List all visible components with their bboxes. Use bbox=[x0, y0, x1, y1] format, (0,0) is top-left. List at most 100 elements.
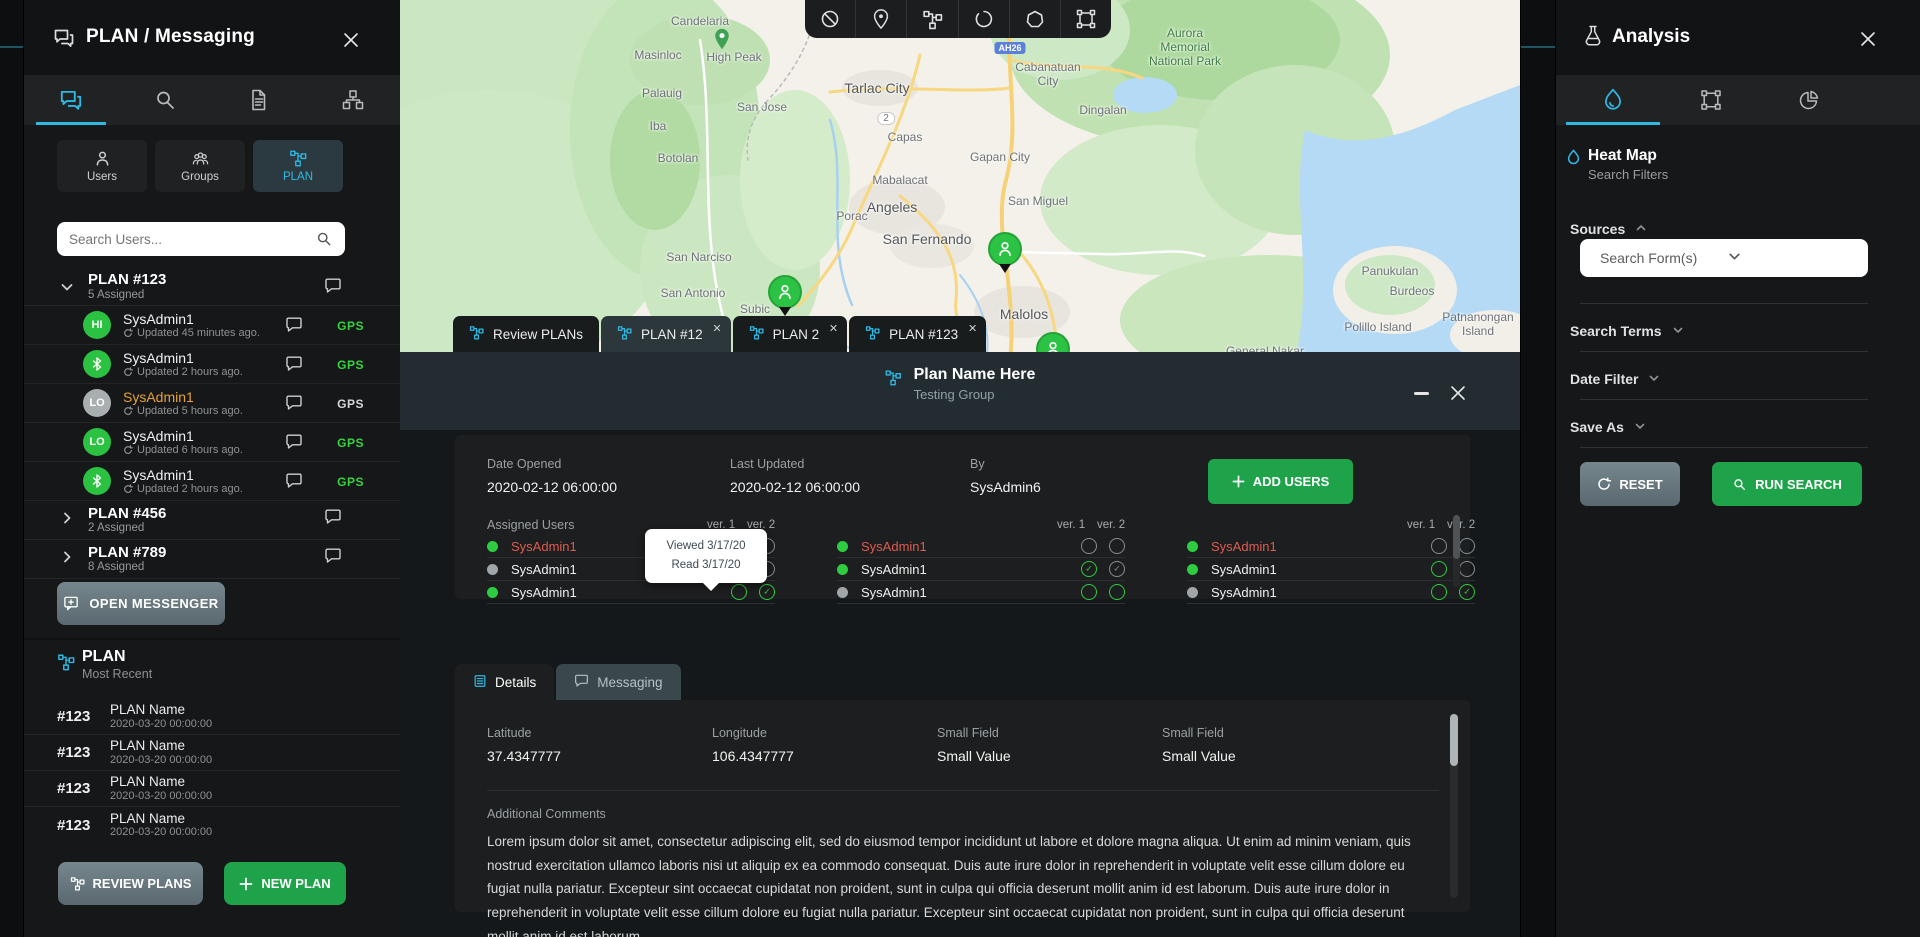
plan-date: 2020-03-20 00:00:00 bbox=[110, 754, 212, 766]
tab-messaging[interactable]: Messaging bbox=[556, 664, 680, 700]
plan-icon bbox=[885, 369, 902, 402]
close-tab-icon[interactable]: ✕ bbox=[829, 322, 838, 335]
source-forms-select[interactable]: Search Form(s) bbox=[1580, 239, 1868, 277]
tab-pie-chart[interactable] bbox=[1760, 75, 1858, 125]
chat-icon[interactable] bbox=[285, 395, 303, 416]
plan-tab[interactable]: Review PLANs ✕ bbox=[453, 316, 599, 352]
user-list-item[interactable]: HI SysAdmin1 Updated 45 minutes ago. bbox=[24, 306, 400, 345]
plan-tab[interactable]: PLAN 2 ✕ bbox=[733, 316, 848, 352]
reset-button[interactable]: RESET bbox=[1580, 462, 1680, 506]
recent-plan-row[interactable]: #123 PLAN Name 2020-03-20 00:00:00 bbox=[24, 807, 400, 843]
pie-chart-icon bbox=[1798, 89, 1820, 111]
chat-icon[interactable] bbox=[324, 509, 342, 530]
assigned-user-row[interactable]: SysAdmin1 bbox=[837, 535, 1125, 558]
plan-group-assigned-count: 5 Assigned bbox=[88, 289, 166, 301]
select-area-icon[interactable] bbox=[1061, 0, 1111, 38]
bluetooth-icon bbox=[91, 357, 103, 371]
mode-users-button[interactable]: Users bbox=[57, 140, 147, 192]
date-filter-toggle[interactable]: Date Filter bbox=[1570, 361, 1870, 397]
chat-bubbles-icon bbox=[52, 26, 76, 50]
save-as-toggle[interactable]: Save As bbox=[1570, 409, 1870, 445]
plan-group-header-collapsed[interactable]: PLAN #456 2 Assigned bbox=[24, 501, 400, 540]
filter-divider bbox=[1580, 303, 1868, 304]
ver1-column-header: ver. 1 bbox=[1057, 519, 1085, 531]
recent-plan-row[interactable]: #123 PLAN Name 2020-03-20 00:00:00 bbox=[24, 735, 400, 771]
search-terms-toggle[interactable]: Search Terms bbox=[1570, 313, 1870, 349]
chat-icon[interactable] bbox=[285, 473, 303, 494]
user-list-item[interactable]: SysAdmin1 Updated 2 hours ago. GPS bbox=[24, 462, 400, 501]
circle-draw-icon[interactable] bbox=[959, 0, 1010, 38]
chat-icon[interactable] bbox=[324, 278, 342, 294]
chat-icon[interactable] bbox=[285, 317, 303, 338]
assigned-user-row[interactable]: SysAdmin1 bbox=[1187, 558, 1475, 581]
search-input[interactable] bbox=[69, 232, 315, 247]
user-location-marker[interactable] bbox=[988, 232, 1022, 274]
no-draw-icon[interactable] bbox=[805, 0, 856, 38]
avatar: HI bbox=[83, 311, 111, 339]
close-analysis-button[interactable] bbox=[1856, 28, 1880, 52]
status-dot bbox=[837, 564, 848, 575]
scrollbar-thumb[interactable] bbox=[1450, 714, 1458, 766]
sources-section-toggle[interactable]: Sources bbox=[1570, 221, 1647, 237]
tab-details[interactable]: Details bbox=[455, 664, 554, 700]
chat-icon[interactable] bbox=[285, 434, 303, 455]
ver1-column-header: ver. 1 bbox=[1407, 519, 1435, 531]
plan-recent-section: PLAN Most Recent #123 PLAN Name 2020-03-… bbox=[24, 648, 400, 843]
user-icon bbox=[94, 150, 111, 167]
run-search-button[interactable]: RUN SEARCH bbox=[1712, 462, 1862, 506]
recent-plan-row[interactable]: #123 PLAN Name 2020-03-20 00:00:00 bbox=[24, 771, 400, 807]
scrollbar-thumb[interactable] bbox=[1453, 515, 1460, 559]
chevron-down-icon bbox=[1648, 371, 1660, 387]
chat-icon[interactable] bbox=[285, 356, 303, 377]
assigned-user-row[interactable]: SysAdmin1 bbox=[487, 581, 775, 604]
plan-date: 2020-03-20 00:00:00 bbox=[110, 718, 212, 730]
plan-group-name: PLAN #789 bbox=[88, 545, 166, 562]
minimize-button[interactable] bbox=[1414, 392, 1429, 395]
map[interactable]: CandelariaMasinlocHigh PeakPalauigSan Jo… bbox=[400, 0, 1520, 360]
chat-icon[interactable] bbox=[324, 548, 342, 569]
close-tab-icon[interactable]: ✕ bbox=[968, 322, 977, 335]
add-users-button[interactable]: ADD USERS bbox=[1208, 459, 1353, 504]
assigned-user-row[interactable]: SysAdmin1 bbox=[837, 558, 1125, 581]
tab-search[interactable] bbox=[118, 75, 212, 125]
close-left-panel-button[interactable] bbox=[342, 28, 366, 52]
ver1-status-icon bbox=[1431, 561, 1447, 577]
user-list-item[interactable]: LO SysAdmin1 Updated 6 hours ago. bbox=[24, 423, 400, 462]
status-dot bbox=[837, 541, 848, 552]
plan-name: PLAN Name bbox=[110, 812, 212, 827]
search-icon[interactable] bbox=[315, 230, 333, 248]
recent-plan-row[interactable]: #123 PLAN Name 2020-03-20 00:00:00 bbox=[24, 699, 400, 735]
plan-tab[interactable]: PLAN #12 ✕ bbox=[601, 316, 731, 352]
user-updated: Updated 2 hours ago. bbox=[137, 366, 243, 378]
assigned-user-row[interactable]: SysAdmin1 bbox=[1187, 581, 1475, 604]
tab-messaging[interactable] bbox=[24, 75, 118, 125]
plan-group-assigned-count: 8 Assigned bbox=[88, 561, 166, 573]
mode-plan-button[interactable]: PLAN bbox=[253, 140, 343, 192]
close-tab-icon[interactable]: ✕ bbox=[712, 322, 721, 335]
polygon-draw-icon[interactable] bbox=[1010, 0, 1061, 38]
user-location-marker[interactable] bbox=[768, 275, 802, 317]
plan-recent-title: PLAN bbox=[82, 648, 400, 666]
review-plans-button[interactable]: REVIEW PLANS bbox=[58, 862, 203, 905]
user-list-item[interactable]: SysAdmin1 Updated 2 hours ago. GPS bbox=[24, 345, 400, 384]
assigned-user-row[interactable]: SysAdmin1 bbox=[1187, 535, 1475, 558]
tab-polygon-select[interactable] bbox=[1662, 75, 1760, 125]
analysis-title: Analysis bbox=[1612, 26, 1690, 48]
plan-draw-icon[interactable] bbox=[907, 0, 958, 38]
mode-groups-button[interactable]: Groups bbox=[155, 140, 245, 192]
tab-heat-map[interactable] bbox=[1564, 75, 1662, 125]
tab-org-boxes[interactable] bbox=[306, 75, 400, 125]
open-messenger-button[interactable]: OPEN MESSENGER bbox=[57, 582, 225, 625]
assigned-user-row[interactable]: SysAdmin1 bbox=[837, 581, 1125, 604]
close-modal-button[interactable] bbox=[1446, 382, 1470, 406]
plan-group-header-expanded[interactable]: PLAN #123 5 Assigned bbox=[24, 268, 400, 306]
new-plan-button[interactable]: NEW PLAN bbox=[224, 862, 346, 905]
user-list-item[interactable]: LO SysAdmin1 Updated 5 hours ago. bbox=[24, 384, 400, 423]
plan-tab[interactable]: PLAN #123 ✕ bbox=[849, 316, 986, 352]
high-peak-poi-pin[interactable] bbox=[714, 28, 731, 55]
assigned-user-name: SysAdmin1 bbox=[1211, 585, 1419, 600]
assigned-user-name: SysAdmin1 bbox=[1211, 539, 1419, 554]
drop-pin-icon[interactable] bbox=[856, 0, 907, 38]
plan-group-header-collapsed[interactable]: PLAN #789 8 Assigned bbox=[24, 540, 400, 579]
tab-documents[interactable] bbox=[212, 75, 306, 125]
